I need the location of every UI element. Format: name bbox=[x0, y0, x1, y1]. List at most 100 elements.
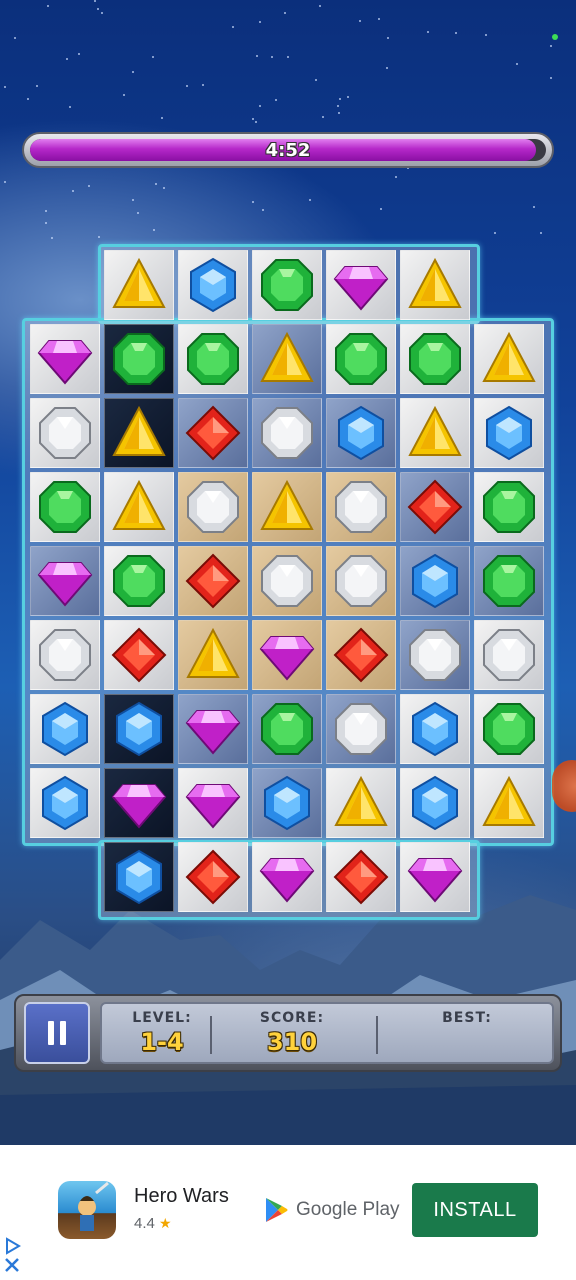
white-round-gem-icon bbox=[483, 629, 535, 681]
board-cell[interactable] bbox=[104, 694, 174, 764]
board-cell[interactable] bbox=[474, 694, 544, 764]
purple-diamond-gem-icon bbox=[333, 266, 389, 311]
board-cell[interactable] bbox=[252, 398, 322, 468]
yellow-triangle-gem-icon bbox=[408, 257, 462, 308]
ad-rating-value: 4.4 bbox=[134, 1215, 155, 1232]
green-octagon-gem-icon bbox=[483, 555, 535, 607]
board-cell[interactable] bbox=[474, 398, 544, 468]
board-cell[interactable] bbox=[104, 398, 174, 468]
board-cell[interactable] bbox=[252, 472, 322, 542]
board-cell[interactable] bbox=[104, 324, 174, 394]
yellow-triangle-gem-icon bbox=[260, 479, 314, 530]
board-cell[interactable] bbox=[326, 842, 396, 912]
board-cell[interactable] bbox=[30, 472, 100, 542]
board-cell[interactable] bbox=[474, 620, 544, 690]
board-cell[interactable] bbox=[30, 546, 100, 616]
divider bbox=[376, 1016, 378, 1054]
board-cell[interactable] bbox=[474, 768, 544, 838]
green-octagon-gem-icon bbox=[483, 481, 535, 533]
board-cell[interactable] bbox=[30, 324, 100, 394]
board-cell[interactable] bbox=[400, 398, 470, 468]
board-cell[interactable] bbox=[252, 768, 322, 838]
blue-hexagon-gem-icon bbox=[412, 553, 458, 609]
board-cell[interactable] bbox=[178, 250, 248, 320]
close-icon[interactable] bbox=[4, 1257, 20, 1273]
ad-rating: 4.4 ★ bbox=[134, 1215, 172, 1232]
score-stat: SCORE: 310 bbox=[222, 1010, 362, 1056]
board-cell[interactable] bbox=[30, 398, 100, 468]
blue-hexagon-gem-icon bbox=[412, 701, 458, 757]
board-cell[interactable] bbox=[104, 546, 174, 616]
board-cell[interactable] bbox=[178, 398, 248, 468]
board-cell[interactable] bbox=[104, 620, 174, 690]
board-cell[interactable] bbox=[104, 768, 174, 838]
board-cell[interactable] bbox=[400, 250, 470, 320]
yellow-triangle-gem-icon bbox=[112, 479, 166, 530]
board-cell[interactable] bbox=[178, 620, 248, 690]
board-cell[interactable] bbox=[326, 620, 396, 690]
board-cell[interactable] bbox=[400, 620, 470, 690]
board-cell[interactable] bbox=[104, 472, 174, 542]
board-cell[interactable] bbox=[178, 768, 248, 838]
board-cell[interactable] bbox=[400, 472, 470, 542]
white-round-gem-icon bbox=[39, 407, 91, 459]
pause-button[interactable] bbox=[24, 1002, 90, 1064]
google-play-badge: Google Play bbox=[264, 1197, 400, 1223]
yellow-triangle-gem-icon bbox=[482, 775, 536, 826]
board-cell[interactable] bbox=[400, 768, 470, 838]
board-cell[interactable] bbox=[252, 694, 322, 764]
board-cell[interactable] bbox=[178, 694, 248, 764]
green-octagon-gem-icon bbox=[113, 555, 165, 607]
board-cell[interactable] bbox=[252, 546, 322, 616]
board-cell[interactable] bbox=[178, 546, 248, 616]
score-value: 310 bbox=[266, 1028, 318, 1056]
board-cell[interactable] bbox=[474, 472, 544, 542]
board-cell[interactable] bbox=[252, 250, 322, 320]
board-cell[interactable] bbox=[178, 472, 248, 542]
board-cell[interactable] bbox=[326, 768, 396, 838]
board-cell[interactable] bbox=[326, 694, 396, 764]
board-cell[interactable] bbox=[252, 842, 322, 912]
purple-diamond-gem-icon bbox=[259, 858, 315, 903]
level-label: LEVEL: bbox=[132, 1010, 192, 1026]
board-cell[interactable] bbox=[326, 324, 396, 394]
board-cell[interactable] bbox=[326, 398, 396, 468]
blue-hexagon-gem-icon bbox=[42, 701, 88, 757]
floating-bubble[interactable] bbox=[552, 760, 576, 812]
board-cell[interactable] bbox=[104, 842, 174, 912]
app-icon[interactable] bbox=[58, 1181, 116, 1239]
adchoices-icon[interactable] bbox=[4, 1237, 22, 1255]
board-cell[interactable] bbox=[326, 250, 396, 320]
install-button[interactable]: INSTALL bbox=[412, 1183, 538, 1237]
board-cell[interactable] bbox=[30, 620, 100, 690]
board-cell[interactable] bbox=[326, 546, 396, 616]
board-cell[interactable] bbox=[400, 324, 470, 394]
board-cell[interactable] bbox=[400, 694, 470, 764]
board-cell[interactable] bbox=[400, 546, 470, 616]
board-cell[interactable] bbox=[474, 546, 544, 616]
board-cell[interactable] bbox=[252, 324, 322, 394]
red-square-gem-icon bbox=[185, 405, 241, 461]
white-round-gem-icon bbox=[261, 407, 313, 459]
level-value: 1-4 bbox=[140, 1028, 184, 1056]
yellow-triangle-gem-icon bbox=[186, 627, 240, 678]
green-octagon-gem-icon bbox=[113, 333, 165, 385]
green-octagon-gem-icon bbox=[187, 333, 239, 385]
board-cell[interactable] bbox=[104, 250, 174, 320]
ad-banner[interactable]: Hero Wars 4.4 ★ Google Play INSTALL bbox=[0, 1145, 576, 1280]
board-cell[interactable] bbox=[30, 768, 100, 838]
board-cell[interactable] bbox=[400, 842, 470, 912]
board-cell[interactable] bbox=[178, 324, 248, 394]
blue-hexagon-gem-icon bbox=[116, 701, 162, 757]
red-square-gem-icon bbox=[185, 849, 241, 905]
board-cell[interactable] bbox=[252, 620, 322, 690]
board-cell[interactable] bbox=[178, 842, 248, 912]
green-octagon-gem-icon bbox=[261, 703, 313, 755]
blue-hexagon-gem-icon bbox=[264, 775, 310, 831]
board-cell[interactable] bbox=[30, 694, 100, 764]
green-octagon-gem-icon bbox=[39, 481, 91, 533]
pause-icon bbox=[45, 1021, 69, 1045]
red-square-gem-icon bbox=[333, 849, 389, 905]
board-cell[interactable] bbox=[326, 472, 396, 542]
board-cell[interactable] bbox=[474, 324, 544, 394]
